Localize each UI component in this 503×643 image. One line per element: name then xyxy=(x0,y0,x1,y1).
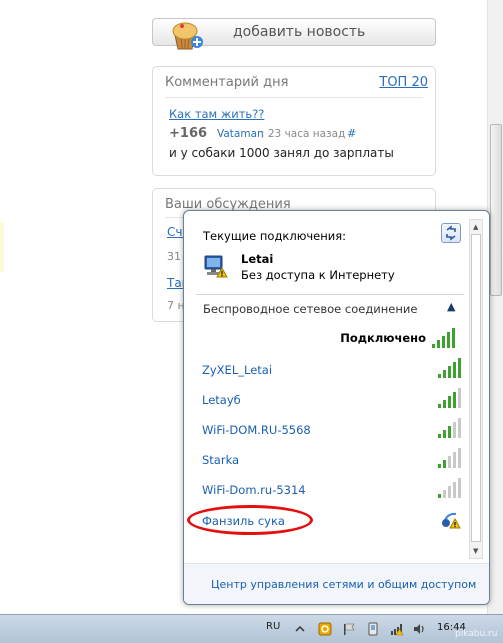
post-link[interactable]: Как там жить?? xyxy=(169,107,264,121)
tray-device-icon[interactable] xyxy=(366,622,380,636)
scroll-down-arrow-icon[interactable]: ▼ xyxy=(473,547,478,555)
signal-bar xyxy=(448,486,451,498)
wifi-network-name: Letayб xyxy=(202,393,241,407)
signal-bar xyxy=(448,366,451,378)
current-network-status: Без доступа к Интернету xyxy=(241,268,395,282)
add-news-label: добавить новость xyxy=(233,24,366,40)
signal-strength-icon xyxy=(438,478,462,498)
network-flyout: Текущие подключения: Letai Без доступа к… xyxy=(183,210,490,605)
signal-strength-icon xyxy=(438,418,462,438)
signal-bar xyxy=(448,456,451,468)
flyout-scrollbar[interactable]: ▲ ▼ xyxy=(469,219,483,559)
tray-app-icon[interactable] xyxy=(318,622,332,636)
comment-of-day-title: Комментарий дня xyxy=(165,75,289,90)
signal-bar xyxy=(458,418,461,438)
signal-bar xyxy=(448,426,451,438)
volume-icon[interactable] xyxy=(412,622,426,636)
signal-bar xyxy=(443,490,446,498)
signal-bar xyxy=(443,430,446,438)
wireless-section-title: Беспроводное сетевое соединение xyxy=(203,302,418,316)
comment-of-day-panel: Комментарий дня ТОП 20 Как там жить?? +1… xyxy=(152,66,436,176)
wifi-network-item[interactable]: ZyXEL_Letai xyxy=(192,358,462,382)
signal-bar xyxy=(438,434,441,438)
signal-bar xyxy=(458,388,461,408)
signal-bar xyxy=(443,460,446,468)
network-computer-icon xyxy=(204,255,228,278)
yellow-highlight-strip xyxy=(0,222,4,272)
signal-bar xyxy=(453,482,456,498)
signal-bar xyxy=(453,392,456,408)
signal-bar xyxy=(438,374,441,378)
connected-label: Подключено xyxy=(340,331,426,345)
scroll-up-arrow-icon[interactable]: ▲ xyxy=(473,223,478,231)
comment-author-link[interactable]: Vataman xyxy=(217,128,264,140)
signal-bar xyxy=(458,448,461,468)
refresh-icon xyxy=(446,225,456,241)
signal-strength-icon xyxy=(438,388,462,408)
tray-flag-icon[interactable] xyxy=(342,622,356,636)
watermark: pikabu.ru xyxy=(455,629,498,639)
wifi-network-item[interactable]: Letayб xyxy=(192,388,462,412)
network-tray-icon[interactable] xyxy=(390,622,404,636)
divider xyxy=(196,294,464,295)
top20-link[interactable]: ТОП 20 xyxy=(379,75,428,90)
comment-text: и у собаки 1000 занял до зарплаты xyxy=(169,146,394,160)
comment-time: ; 23 часа назад xyxy=(261,128,346,140)
wifi-network-name: Фанзиль сука xyxy=(202,514,285,528)
tray-expand-icon[interactable] xyxy=(293,622,307,636)
current-connections-title: Текущие подключения: xyxy=(203,229,347,243)
wifi-network-item[interactable]: Starka xyxy=(192,448,462,472)
signal-bar xyxy=(458,358,461,378)
add-news-button[interactable]: добавить новость xyxy=(152,18,436,50)
signal-bar xyxy=(443,370,446,378)
signal-bar xyxy=(443,400,446,408)
signal-strength-icon xyxy=(438,448,462,468)
signal-bar xyxy=(453,362,456,378)
signal-bar xyxy=(453,452,456,468)
signal-bar xyxy=(438,404,441,408)
wifi-network-item[interactable]: WiFi-Dom.ru-5314 xyxy=(192,478,462,502)
unsecured-network-icon xyxy=(442,512,461,529)
signal-strength-icon xyxy=(432,328,456,348)
wifi-network-name: ZyXEL_Letai xyxy=(202,363,273,377)
wifi-network-name: WiFi-Dom.ru-5314 xyxy=(202,483,306,497)
wifi-network-name: WiFi-DOM.RU-5568 xyxy=(202,423,311,437)
signal-bar xyxy=(438,494,441,498)
flyout-footer: Центр управления сетями и общим доступом xyxy=(184,563,489,604)
refresh-button[interactable] xyxy=(441,223,461,243)
signal-bar xyxy=(458,478,461,498)
taskbar: RU 16:44 xyxy=(0,614,503,643)
comment-rating: +166 xyxy=(169,126,208,141)
collapse-chevron-icon[interactable]: ▲ xyxy=(447,300,455,313)
wifi-network-item[interactable]: Фанзиль сука xyxy=(187,505,462,535)
signal-strength-icon xyxy=(438,358,462,378)
wifi-network-item[interactable]: WiFi-DOM.RU-5568 xyxy=(192,418,462,442)
signal-bar xyxy=(438,464,441,468)
discussion-meta: 31 xyxy=(167,250,181,263)
signal-bar xyxy=(453,422,456,438)
flyout-scrollbar-thumb[interactable] xyxy=(471,234,481,542)
signal-bar xyxy=(448,396,451,408)
page-scrollbar-thumb[interactable] xyxy=(490,124,502,296)
divider xyxy=(165,97,423,98)
language-indicator[interactable]: RU xyxy=(266,621,280,632)
wifi-network-name: Starka xyxy=(202,453,240,467)
current-network-name: Letai xyxy=(241,252,274,266)
network-sharing-center-link[interactable]: Центр управления сетями и общим доступом xyxy=(211,578,476,591)
cupcake-icon xyxy=(172,22,203,50)
comment-permalink[interactable]: # xyxy=(347,127,356,140)
